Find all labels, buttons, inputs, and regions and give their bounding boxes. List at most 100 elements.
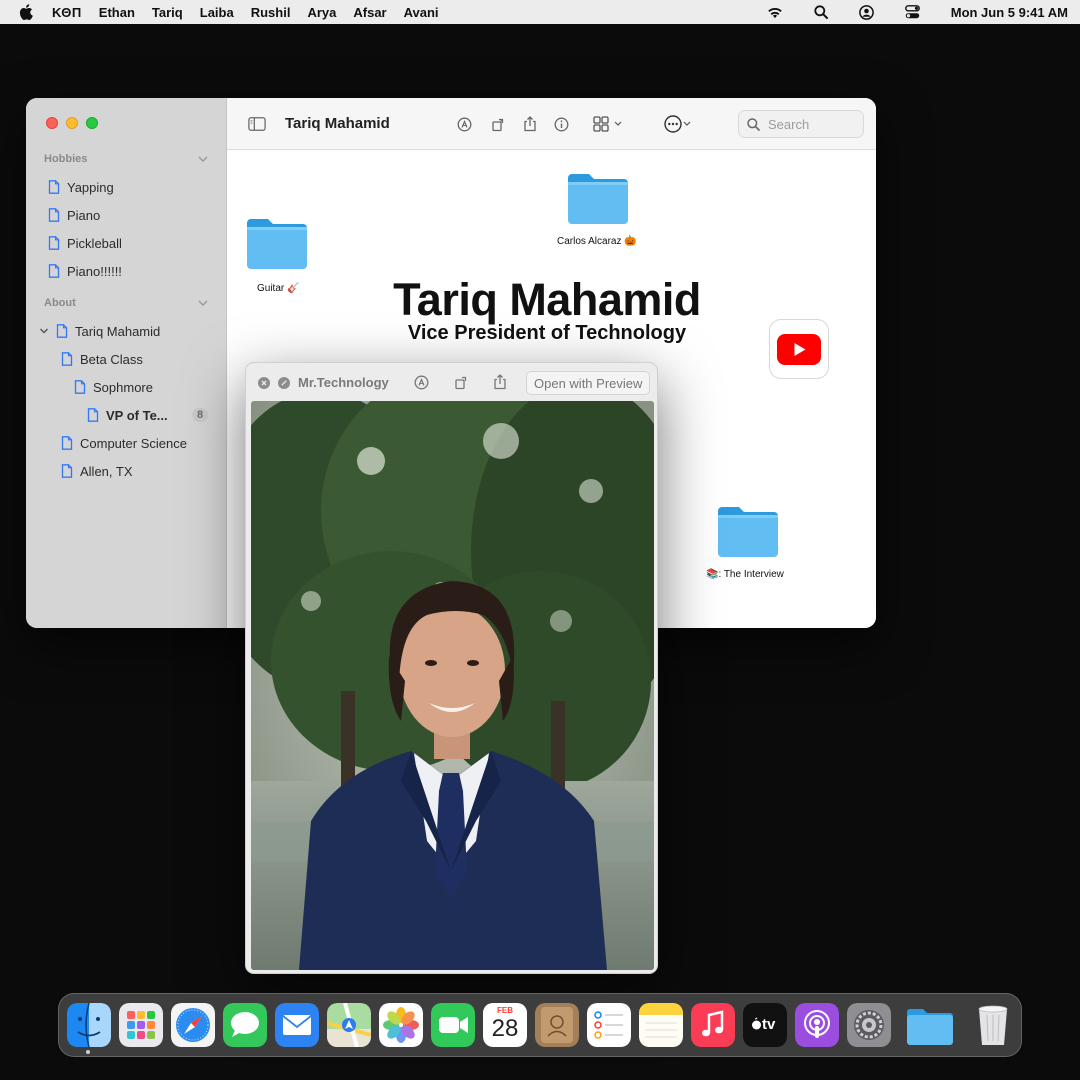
dock-system-settings-icon[interactable] bbox=[847, 1003, 891, 1047]
chevron-down-icon[interactable] bbox=[198, 300, 208, 306]
menu-bar: ΚΘΠ Ethan Tariq Laiba Rushil Arya Afsar … bbox=[0, 0, 1080, 24]
sidebar-item-tariq-mahamid[interactable]: Tariq Mahamid bbox=[56, 321, 160, 341]
dock-finder-icon[interactable] bbox=[67, 1003, 111, 1047]
section-label: About bbox=[44, 297, 76, 309]
dock-folder-icon[interactable] bbox=[905, 1003, 955, 1047]
open-with-preview-button[interactable]: Open with Preview bbox=[526, 371, 651, 395]
sidebar-item-vp-of-technology[interactable]: VP of Te... bbox=[87, 405, 168, 425]
page-title: Tariq Mahamid bbox=[393, 274, 701, 325]
youtube-link[interactable] bbox=[769, 319, 829, 379]
rotate-icon[interactable] bbox=[453, 374, 469, 390]
wifi-icon[interactable] bbox=[767, 4, 783, 20]
sidebar-item-label: Tariq Mahamid bbox=[75, 323, 161, 339]
sidebar-item-pickleball[interactable]: Pickleball bbox=[48, 233, 122, 253]
dock-podcasts-icon[interactable] bbox=[795, 1003, 839, 1047]
menu-rushil[interactable]: Rushil bbox=[251, 5, 291, 20]
search-field[interactable] bbox=[738, 110, 864, 138]
sidebar-item-sophmore[interactable]: Sophmore bbox=[74, 377, 153, 397]
menu-avani[interactable]: Avani bbox=[404, 5, 439, 20]
share-icon[interactable] bbox=[492, 374, 508, 390]
window-controls bbox=[46, 117, 106, 129]
page-subtitle: Vice President of Technology bbox=[407, 322, 687, 344]
apple-menu-icon[interactable] bbox=[0, 4, 52, 20]
dock-photos-icon[interactable] bbox=[379, 1003, 423, 1047]
document-icon bbox=[48, 236, 60, 250]
view-grid-icon[interactable] bbox=[591, 115, 627, 133]
sidebar-toggle-icon[interactable] bbox=[248, 115, 266, 133]
search-icon[interactable] bbox=[813, 4, 829, 20]
control-center-icon[interactable] bbox=[905, 4, 921, 20]
chevron-down-icon[interactable] bbox=[198, 156, 208, 162]
disclosure-open-icon[interactable] bbox=[39, 326, 49, 336]
dock-facetime-icon[interactable] bbox=[431, 1003, 475, 1047]
close-icon[interactable] bbox=[258, 377, 270, 389]
fullscreen-icon[interactable] bbox=[278, 377, 290, 389]
document-icon bbox=[61, 436, 73, 450]
dock-notes-icon[interactable] bbox=[639, 1003, 683, 1047]
folder-icon[interactable] bbox=[244, 215, 310, 271]
running-indicator bbox=[86, 1050, 90, 1054]
document-icon bbox=[87, 408, 99, 422]
sidebar-item-computer-science[interactable]: Computer Science bbox=[61, 433, 187, 453]
dock-music-icon[interactable] bbox=[691, 1003, 735, 1047]
youtube-icon bbox=[777, 333, 821, 365]
dock-calendar-icon[interactable]: FEB 28 bbox=[483, 1003, 527, 1047]
sidebar-item-label: Pickleball bbox=[67, 235, 122, 251]
sidebar-section-hobbies[interactable]: Hobbies bbox=[44, 153, 208, 165]
menu-arya[interactable]: Arya bbox=[307, 5, 336, 20]
calendar-day: 28 bbox=[491, 1015, 519, 1042]
folder-icon[interactable] bbox=[565, 170, 631, 226]
dock-trash-icon[interactable] bbox=[971, 1003, 1015, 1047]
sidebar-item-piano-exclaim[interactable]: Piano!!!!!! bbox=[48, 261, 122, 281]
minimize-button[interactable] bbox=[66, 117, 78, 129]
quicklook-toolbar: Mr.Technology Open with Preview bbox=[246, 363, 657, 401]
menu-bar-clock[interactable]: Mon Jun 5 9:41 AM bbox=[951, 5, 1068, 20]
zoom-button[interactable] bbox=[86, 117, 98, 129]
sidebar-item-label: Computer Science bbox=[80, 435, 187, 451]
section-label: Hobbies bbox=[44, 153, 88, 165]
finder-toolbar: Tariq Mahamid bbox=[227, 98, 876, 150]
sidebar-item-allen-tx[interactable]: Allen, TX bbox=[61, 461, 133, 481]
sidebar-item-yapping[interactable]: Yapping bbox=[48, 177, 114, 197]
markup-icon[interactable] bbox=[413, 374, 429, 390]
dock-maps-icon[interactable] bbox=[327, 1003, 371, 1047]
info-icon[interactable] bbox=[552, 115, 570, 133]
menu-laiba[interactable]: Laiba bbox=[200, 5, 234, 20]
more-actions-icon[interactable] bbox=[663, 115, 695, 133]
menu-tariq[interactable]: Tariq bbox=[152, 5, 183, 20]
folder-icon[interactable] bbox=[715, 503, 781, 559]
user-icon[interactable] bbox=[859, 4, 875, 20]
rotate-icon[interactable] bbox=[489, 115, 507, 133]
tv-label: tv bbox=[762, 1016, 776, 1033]
sidebar-item-label: VP of Te... bbox=[106, 407, 168, 423]
app-menu[interactable]: ΚΘΠ bbox=[52, 5, 82, 20]
dock-mail-icon[interactable] bbox=[275, 1003, 319, 1047]
sidebar-item-label: Allen, TX bbox=[80, 463, 133, 479]
document-icon bbox=[74, 380, 86, 394]
folder-label: Carlos Alcaraz 🎃 bbox=[557, 236, 637, 247]
menu-afsar[interactable]: Afsar bbox=[353, 5, 386, 20]
close-button[interactable] bbox=[46, 117, 58, 129]
dock-launchpad-icon[interactable] bbox=[119, 1003, 163, 1047]
document-icon bbox=[48, 264, 60, 278]
quicklook-title: Mr.Technology bbox=[298, 375, 389, 390]
sidebar-item-beta-class[interactable]: Beta Class bbox=[61, 349, 143, 369]
sidebar-item-label: Sophmore bbox=[93, 379, 153, 395]
menu-ethan[interactable]: Ethan bbox=[99, 5, 135, 20]
search-input[interactable] bbox=[768, 116, 858, 132]
document-icon bbox=[48, 208, 60, 222]
sidebar-item-label: Piano!!!!!! bbox=[67, 263, 122, 279]
sidebar-item-piano[interactable]: Piano bbox=[48, 205, 100, 225]
markup-icon[interactable] bbox=[455, 115, 473, 133]
dock-tv-icon[interactable]: tv bbox=[743, 1003, 787, 1047]
sidebar-item-label: Piano bbox=[67, 207, 101, 223]
dock-reminders-icon[interactable] bbox=[587, 1003, 631, 1047]
sidebar-section-about[interactable]: About bbox=[44, 297, 208, 309]
folder-label: 📚: The Interview bbox=[706, 569, 784, 580]
folder-label: Guitar 🎸 bbox=[257, 283, 300, 294]
share-icon[interactable] bbox=[521, 115, 539, 133]
dock-messages-icon[interactable] bbox=[223, 1003, 267, 1047]
dock-contacts-icon[interactable] bbox=[535, 1003, 579, 1047]
dock-safari-icon[interactable] bbox=[171, 1003, 215, 1047]
item-count-badge: 8 bbox=[192, 408, 209, 422]
